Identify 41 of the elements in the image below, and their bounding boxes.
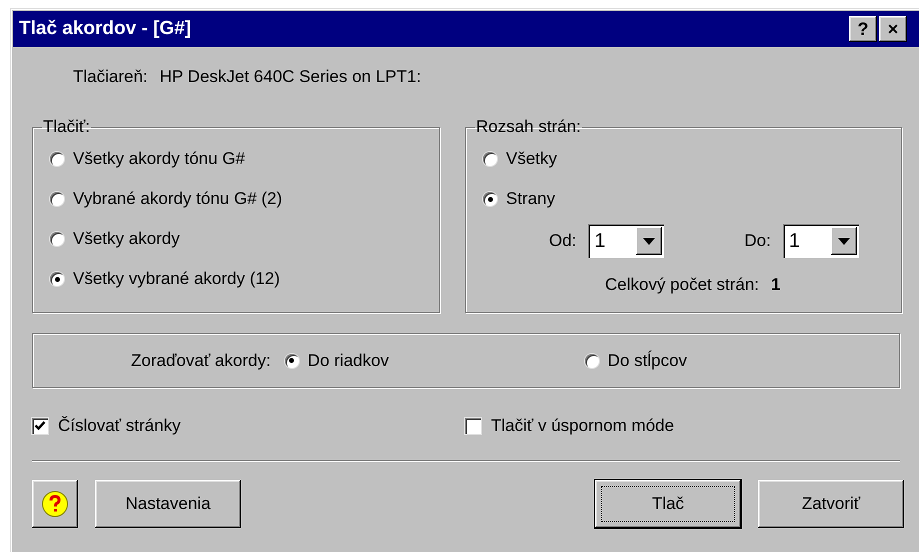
radio-label[interactable]: Do riadkov <box>308 350 389 370</box>
close-button[interactable]: × <box>879 16 907 42</box>
question-icon <box>41 490 69 518</box>
group-title: Rozsah strán: <box>475 117 582 137</box>
radio-button[interactable] <box>483 192 497 206</box>
help-button[interactable]: ? <box>849 16 877 42</box>
group-title: Tlačiť: <box>42 117 91 137</box>
from-dropdown[interactable]: 1 <box>588 224 664 258</box>
radio-label[interactable]: Všetky akordy tónu G# <box>73 149 245 169</box>
radio-label[interactable]: Do stĺpcov <box>608 350 688 370</box>
checkbox-label[interactable]: Číslovať stránky <box>58 416 181 436</box>
dropdown-arrow-icon <box>838 238 850 244</box>
checkbox[interactable] <box>465 418 481 434</box>
radio-button[interactable] <box>584 354 599 368</box>
radio-button[interactable] <box>50 192 64 206</box>
radio-label[interactable]: Strany <box>506 189 556 209</box>
help-button[interactable] <box>32 480 78 528</box>
radio-button[interactable] <box>50 232 64 246</box>
radio-button[interactable] <box>50 272 64 286</box>
total-pages-label: Celkový počet strán: <box>605 275 760 295</box>
printer-label: Tlačiareň: <box>73 67 148 87</box>
window-title: Tlač akordov - [G#] <box>19 18 192 40</box>
radio-button[interactable] <box>483 152 497 166</box>
dialog-button[interactable]: Zatvoriť <box>758 480 904 528</box>
radio-label[interactable]: Všetky akordy <box>73 229 180 249</box>
radio-label[interactable]: Všetky vybrané akordy (12) <box>73 269 280 289</box>
printer-name: HP DeskJet 640C Series on LPT1: <box>160 67 422 87</box>
radio-label[interactable]: Vybrané akordy tónu G# (2) <box>73 189 282 209</box>
to-label: Do: <box>744 231 771 251</box>
sort-label: Zoraďovať akordy: <box>131 350 271 370</box>
radio-button[interactable] <box>50 152 64 166</box>
dialog-button[interactable]: Tlač <box>595 480 741 528</box>
radio-button[interactable] <box>284 354 299 368</box>
checkbox[interactable] <box>32 418 48 434</box>
radio-label[interactable]: Všetky <box>506 149 558 169</box>
total-pages-value: 1 <box>771 275 780 295</box>
to-dropdown[interactable]: 1 <box>782 224 859 258</box>
dropdown-arrow-icon <box>643 238 656 244</box>
dialog-button[interactable]: Nastavenia <box>95 480 241 528</box>
from-label: Od: <box>549 231 576 251</box>
checkbox-label[interactable]: Tlačiť v úspornom móde <box>491 416 674 436</box>
